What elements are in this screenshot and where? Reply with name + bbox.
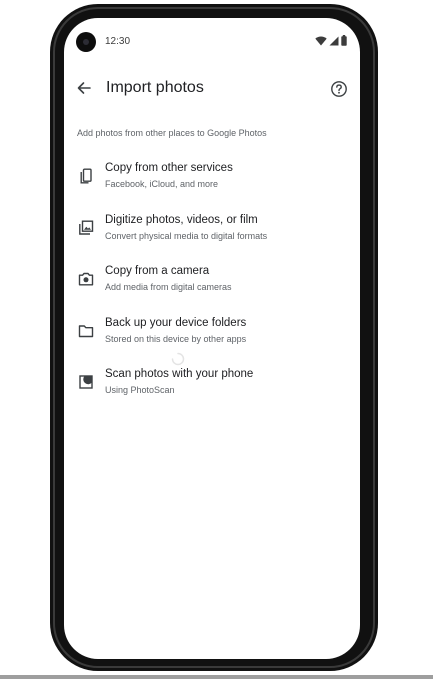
signal-icon <box>329 36 339 45</box>
option-title: Scan photos with your phone <box>105 368 254 380</box>
phone-copy-icon <box>80 168 92 184</box>
option-scan-photos[interactable]: Scan photos with your phone Using PhotoS… <box>64 368 360 410</box>
photoscan-icon <box>79 375 93 389</box>
option-title: Copy from a camera <box>105 265 210 277</box>
stage: 12:30 Import photos Add photos from othe… <box>0 0 433 679</box>
option-subtitle: Stored on this device by other apps <box>105 334 247 344</box>
loading-spinner-icon <box>171 352 185 366</box>
option-back-up-device-folders[interactable]: Back up your device folders Stored on th… <box>64 317 360 359</box>
option-subtitle: Facebook, iCloud, and more <box>105 179 219 189</box>
arrow-back-icon[interactable] <box>76 80 92 96</box>
option-copy-from-other-services[interactable]: Copy from other services Facebook, iClou… <box>64 162 360 204</box>
wifi-icon <box>315 36 327 45</box>
option-digitize[interactable]: Digitize photos, videos, or film Convert… <box>64 214 360 256</box>
camera-icon <box>78 272 94 286</box>
page-title: Import photos <box>106 79 204 96</box>
intro-text: Add photos from other places to Google P… <box>77 128 267 138</box>
option-subtitle: Add media from digital cameras <box>105 282 232 292</box>
option-title: Digitize photos, videos, or film <box>105 214 258 226</box>
bottom-divider <box>0 675 433 679</box>
battery-icon <box>341 35 347 46</box>
option-subtitle: Convert physical media to digital format… <box>105 231 268 241</box>
front-camera <box>76 32 96 52</box>
option-copy-from-camera[interactable]: Copy from a camera Add media from digita… <box>64 265 360 307</box>
help-circle-icon[interactable] <box>330 80 348 98</box>
option-title: Back up your device folders <box>105 317 247 329</box>
phone-frame: 12:30 Import photos Add photos from othe… <box>50 4 378 671</box>
option-title: Copy from other services <box>105 162 233 174</box>
photo-library-icon <box>79 220 94 235</box>
phone-screen: 12:30 Import photos Add photos from othe… <box>64 18 360 659</box>
status-time: 12:30 <box>105 36 131 47</box>
folder-icon <box>78 325 94 338</box>
option-subtitle: Using PhotoScan <box>105 385 175 395</box>
status-icons <box>315 35 347 46</box>
